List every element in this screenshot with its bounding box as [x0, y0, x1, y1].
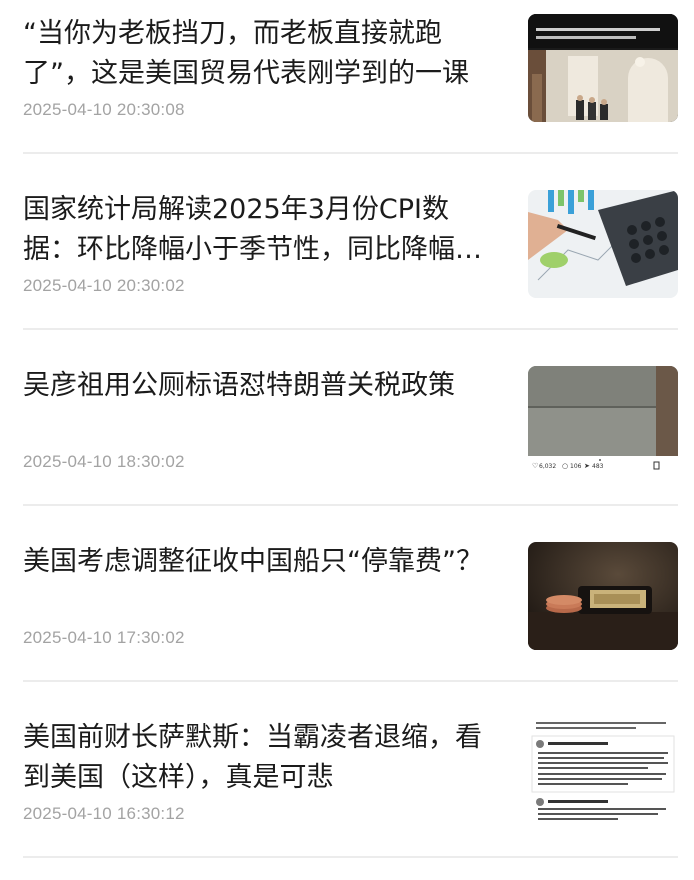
news-title[interactable]: 吴彦祖用公厕标语怼特朗普关税政策 — [23, 366, 501, 406]
svg-text:○: ○ — [562, 462, 568, 470]
divider — [23, 152, 678, 154]
divider — [23, 504, 678, 506]
news-thumbnail[interactable] — [528, 542, 678, 650]
news-thumbnail[interactable] — [528, 190, 678, 298]
social-post-screenshot-icon: ♡ 6,032 ○ 106 ➤ 483 — [528, 366, 678, 474]
news-timestamp: 2025-04-10 20:30:08 — [23, 100, 185, 119]
news-item[interactable]: 国家统计局解读2025年3月份CPI数据：环比降幅小于季节性，同比降幅收窄 20… — [0, 176, 694, 352]
comments-count: 106 — [570, 463, 582, 470]
wallet-coins-photo-icon — [528, 542, 678, 650]
news-title[interactable]: 美国考虑调整征收中国船只“停靠费”？ — [23, 542, 501, 582]
news-title[interactable]: “当你为老板挡刀，而老板直接就跑了”，这是美国贸易代表刚学到的一课 — [23, 14, 501, 94]
likes-count: 6,032 — [539, 463, 556, 470]
news-timestamp: 2025-04-10 20:30:02 — [23, 276, 185, 295]
news-timestamp: 2025-04-10 17:30:02 — [23, 628, 185, 647]
news-thumbnail[interactable] — [528, 14, 678, 122]
divider — [23, 680, 678, 682]
news-item[interactable]: “当你为老板挡刀，而老板直接就跑了”，这是美国贸易代表刚学到的一课 2025-0… — [0, 0, 694, 176]
svg-text:➤: ➤ — [584, 462, 590, 470]
news-title[interactable]: 美国前财长萨默斯：当霸凌者退缩，看到美国（这样），真是可悲 — [23, 718, 501, 798]
news-item[interactable]: 吴彦祖用公厕标语怼特朗普关税政策 2025-04-10 18:30:02 ♡ 6… — [0, 352, 694, 528]
press-room-photo-icon — [528, 14, 678, 122]
news-timestamp: 2025-04-10 16:30:12 — [23, 804, 185, 823]
news-feed: “当你为老板挡刀，而老板直接就跑了”，这是美国贸易代表刚学到的一课 2025-0… — [0, 0, 694, 858]
shares-count: 483 — [592, 463, 604, 470]
calculator-chart-photo-icon — [528, 190, 678, 298]
news-item[interactable]: 美国考虑调整征收中国船只“停靠费”？ 2025-04-10 17:30:02 — [0, 528, 694, 704]
news-thumbnail[interactable] — [528, 718, 678, 826]
tweet-screenshot-icon — [528, 718, 678, 826]
news-title[interactable]: 国家统计局解读2025年3月份CPI数据：环比降幅小于季节性，同比降幅收窄 — [23, 190, 501, 270]
news-item[interactable]: 美国前财长萨默斯：当霸凌者退缩，看到美国（这样），真是可悲 2025-04-10… — [0, 704, 694, 880]
news-thumbnail[interactable]: ♡ 6,032 ○ 106 ➤ 483 — [528, 366, 678, 474]
news-timestamp: 2025-04-10 18:30:02 — [23, 452, 185, 471]
divider — [23, 328, 678, 330]
svg-text:♡: ♡ — [532, 462, 538, 470]
